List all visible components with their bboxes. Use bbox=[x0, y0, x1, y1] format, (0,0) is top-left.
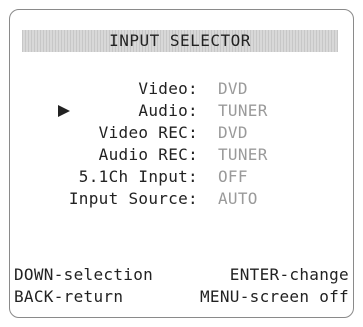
label-wrap: Audio REC: bbox=[10, 144, 198, 166]
menu-item-value: DVD bbox=[218, 123, 248, 142]
label-wrap: 5.1Ch Input: bbox=[10, 166, 198, 188]
menu-item-video-rec[interactable]: Video REC: DVD bbox=[10, 122, 353, 144]
menu-item-input-source[interactable]: Input Source: AUTO bbox=[10, 188, 353, 210]
menu-item-video[interactable]: Video: DVD bbox=[10, 78, 353, 100]
menu-item-label: 5.1Ch Input: bbox=[78, 167, 198, 186]
screen-title: INPUT SELECTOR bbox=[109, 31, 251, 50]
menu-item-value: AUTO bbox=[218, 189, 258, 208]
label-wrap: Input Source: bbox=[10, 188, 198, 210]
help-down-selection: DOWN-selection bbox=[14, 265, 154, 284]
help-back-return: BACK-return bbox=[14, 287, 124, 306]
menu-item-audio[interactable]: Audio: TUNER bbox=[10, 100, 353, 122]
help-menu-screen-off: MENU-screen off bbox=[200, 287, 349, 306]
menu-item-value: DVD bbox=[218, 79, 248, 98]
menu-item-label: Audio REC: bbox=[98, 145, 198, 164]
label-wrap: Video REC: bbox=[10, 122, 198, 144]
menu-item-value: TUNER bbox=[218, 101, 268, 120]
menu-item-value: OFF bbox=[218, 167, 248, 186]
label-wrap: Audio: bbox=[10, 100, 198, 122]
osd-screen: INPUT SELECTOR Video: DVD Audio: TUNER V… bbox=[9, 9, 354, 318]
menu-item-label: Video: bbox=[138, 79, 198, 98]
menu-item-label: Input Source: bbox=[68, 189, 198, 208]
menu-item-audio-rec[interactable]: Audio REC: TUNER bbox=[10, 144, 353, 166]
menu-item-5-1ch-input[interactable]: 5.1Ch Input: OFF bbox=[10, 166, 353, 188]
menu-item-label: Video REC: bbox=[98, 123, 198, 142]
menu-item-value: TUNER bbox=[218, 145, 268, 164]
title-bar: INPUT SELECTOR bbox=[22, 30, 338, 52]
menu-item-label: Audio: bbox=[138, 101, 198, 120]
help-enter-change: ENTER-change bbox=[229, 265, 349, 284]
label-wrap: Video: bbox=[10, 78, 198, 100]
